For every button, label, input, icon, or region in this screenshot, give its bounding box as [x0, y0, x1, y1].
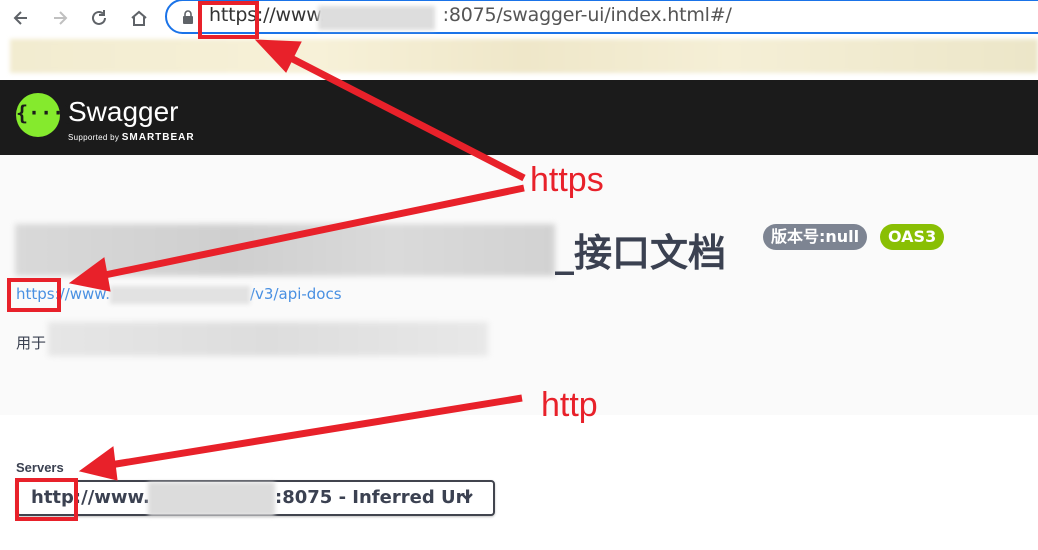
back-icon[interactable] — [9, 6, 33, 30]
version-badge: 版本号:null — [763, 224, 868, 250]
supported-by-label: Supported by — [68, 133, 120, 142]
link-https-highlight — [7, 278, 61, 312]
link-path: /v3/api-docs — [249, 285, 342, 303]
arrow-to-server-head — [78, 446, 118, 481]
swagger-brand[interactable]: Swagger — [68, 96, 179, 128]
url-https-highlight — [198, 1, 259, 39]
chevron-down-icon[interactable] — [460, 490, 474, 504]
url-path: :8075/swagger-ui/index.html#/ — [442, 4, 732, 26]
swagger-logo-glyph: {···} — [16, 101, 77, 125]
address-url[interactable]: https://www.:8075/swagger-ui/index.html#… — [209, 4, 732, 26]
link-host: ://www. — [54, 285, 110, 303]
servers-label: Servers — [16, 460, 64, 475]
bookmarks-bar-blurred — [10, 39, 1038, 73]
forward-icon[interactable] — [48, 6, 72, 30]
description-redaction-blur — [48, 322, 488, 356]
server-http-highlight — [15, 478, 78, 521]
home-icon[interactable] — [127, 6, 151, 30]
url-redaction-blur — [318, 6, 435, 30]
oas-badge: OAS3 — [880, 224, 945, 250]
link-redaction-blur — [109, 285, 250, 304]
url-host: ://www. — [256, 4, 326, 26]
description-prefix: 用于 — [16, 334, 47, 352]
server-url-suffix: :8075 - Inferred Url — [275, 487, 471, 508]
lock-icon[interactable] — [182, 10, 194, 24]
server-redaction-blur — [148, 482, 275, 516]
swagger-supported-by: Supported by SMARTBEAR — [68, 132, 195, 143]
api-docs-link[interactable]: https://www./v3/api-docs — [16, 285, 342, 304]
reload-icon[interactable] — [87, 6, 111, 30]
https-annotation: https — [530, 161, 604, 199]
smartbear-label: SMARTBEAR — [121, 132, 195, 143]
http-annotation: http — [541, 386, 598, 424]
server-host: ://www. — [73, 487, 150, 508]
page-title: _接口文档 — [555, 231, 727, 275]
title-redaction-blur — [15, 224, 555, 276]
